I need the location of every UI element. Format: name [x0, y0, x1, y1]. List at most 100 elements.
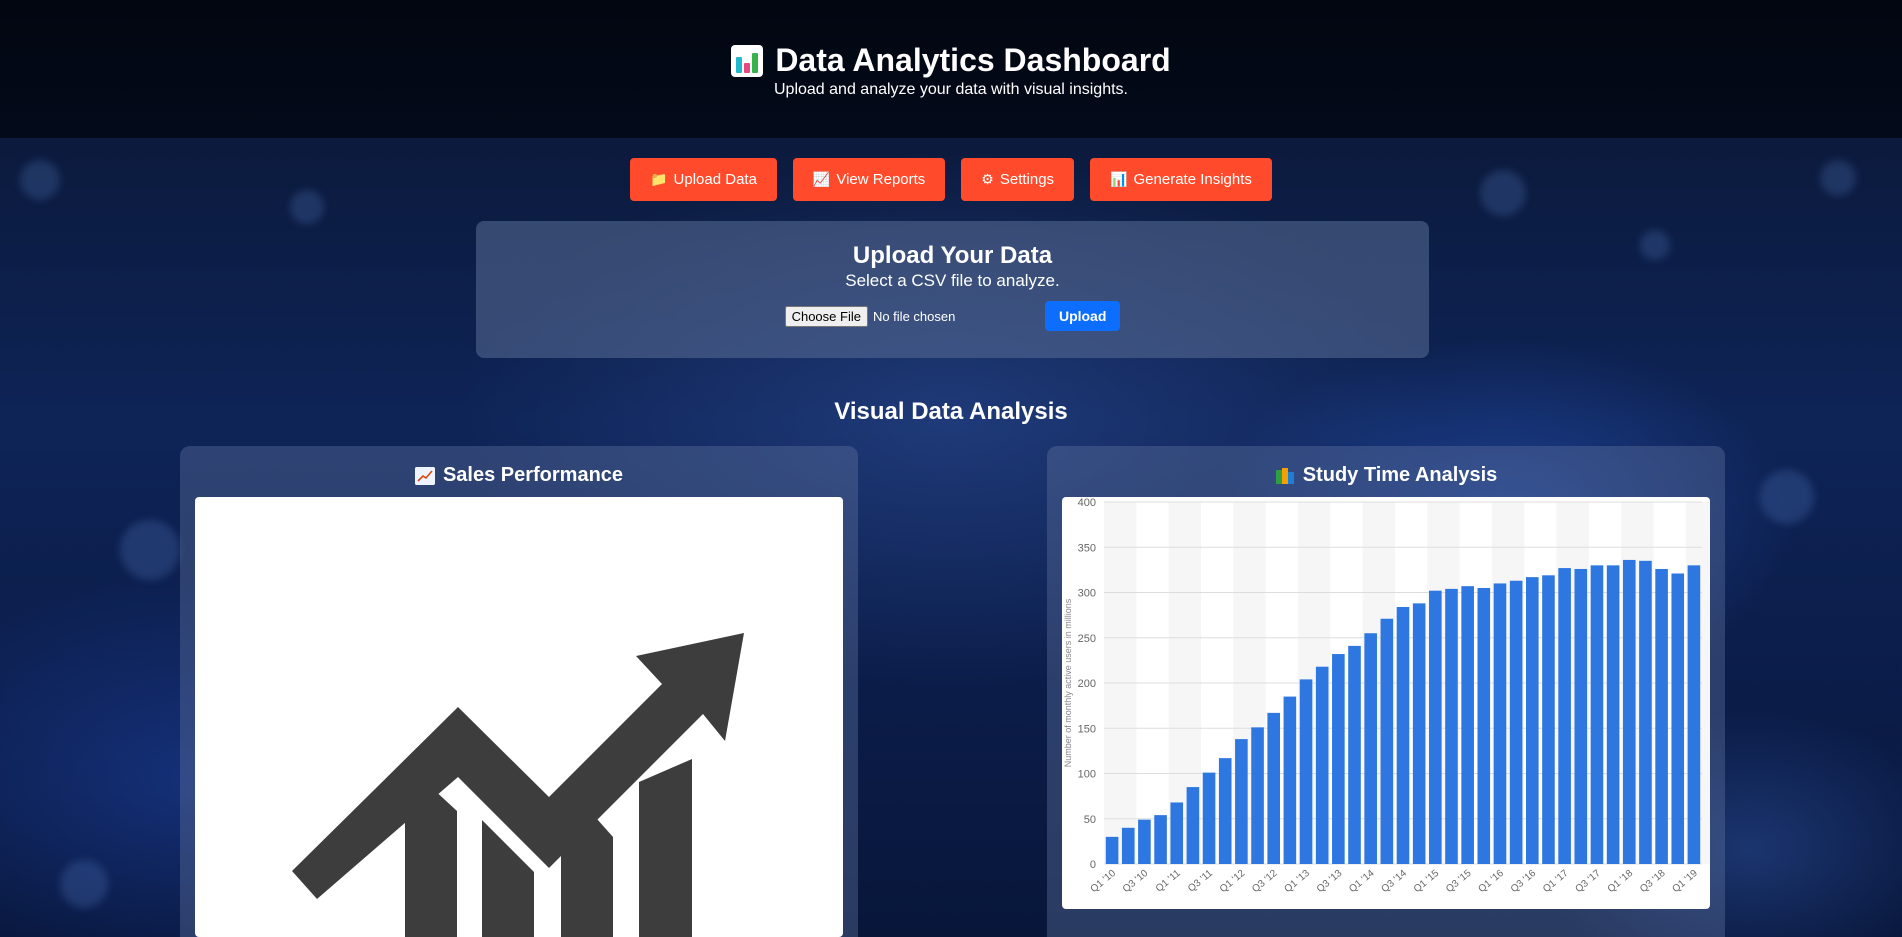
- books-icon: [1275, 467, 1295, 485]
- bar: [1622, 559, 1636, 864]
- x-tick-label: Q1 '17: [1541, 868, 1571, 895]
- bar: [1283, 696, 1297, 864]
- bokeh-dot: [60, 860, 108, 908]
- chart-increasing-icon: 📈: [812, 171, 831, 187]
- bar-chart-icon: [731, 44, 764, 77]
- study-time-chart: 0 50 100 150 200 250 300 350 400 Q1 '10 Q3 '10 Q1 '…: [1062, 497, 1710, 909]
- page-header: Data Analytics Dashboard Upload and anal…: [0, 0, 1902, 138]
- settings-button[interactable]: ⚙ Settings: [961, 158, 1075, 201]
- growth-chart-icon: [292, 633, 744, 937]
- bar: [1299, 679, 1313, 864]
- upload-title: Upload Your Data: [852, 242, 1053, 269]
- upload-button[interactable]: Upload: [1044, 301, 1121, 331]
- bar: [1138, 819, 1151, 864]
- y-tick-label: 300: [1078, 588, 1096, 600]
- bokeh-dot: [120, 520, 180, 580]
- bar: [1380, 618, 1394, 864]
- bar-chart-icon: 📊: [1110, 171, 1128, 187]
- bar: [1542, 575, 1555, 864]
- y-tick-label: 150: [1078, 723, 1096, 735]
- study-time-panel: Study Time Analysis 0 50 100 150 200 250 300 35…: [1047, 446, 1725, 937]
- file-status: No file chosen: [872, 308, 956, 324]
- x-tick-label: Q3 '12: [1250, 868, 1280, 895]
- x-tick-label: Q1 '10: [1089, 868, 1119, 895]
- x-tick-label: Q1 '13: [1283, 868, 1313, 895]
- bar: [1590, 565, 1604, 864]
- bar: [1202, 772, 1216, 864]
- x-tick-label: Q3 '10: [1121, 868, 1151, 895]
- settings-label: Settings: [999, 171, 1055, 188]
- x-tick-label: Q1 '12: [1218, 868, 1248, 895]
- bar: [1332, 654, 1345, 864]
- x-tick-label: Q1 '14: [1347, 868, 1377, 895]
- bar: [1105, 836, 1119, 864]
- bar: [1671, 573, 1685, 864]
- upload-card: Upload Your Data Select a CSV file to an…: [476, 221, 1429, 358]
- y-tick-label: 250: [1078, 633, 1096, 645]
- y-axis-label: Number of monthly active users in millio…: [1063, 598, 1073, 767]
- x-tick-label: Q3 '17: [1573, 868, 1603, 895]
- bar: [1493, 583, 1507, 864]
- bar: [1429, 590, 1442, 864]
- bokeh-dot: [1640, 230, 1670, 260]
- sales-growth-image: [195, 497, 843, 937]
- generate-insights-button[interactable]: 📊 Generate Insights: [1090, 158, 1272, 201]
- bar: [1315, 666, 1329, 864]
- bar: [1186, 787, 1200, 864]
- action-bar: 📁 Upload Data 📈 View Reports ⚙ Settings …: [0, 158, 1902, 201]
- x-tick-label: Q3 '16: [1509, 868, 1539, 895]
- bar: [1477, 587, 1491, 864]
- bokeh-dot: [1760, 470, 1814, 524]
- study-panel-title: Study Time Analysis: [1302, 464, 1498, 486]
- upload-data-label: Upload Data: [673, 171, 757, 188]
- x-tick-label: Q3 '14: [1380, 868, 1410, 895]
- view-reports-button[interactable]: 📈 View Reports: [792, 158, 946, 201]
- bar: [1235, 739, 1248, 864]
- bar: [1525, 577, 1539, 864]
- x-tick-label: Q1 '11: [1154, 868, 1183, 895]
- x-tick-label: Q3 '13: [1315, 868, 1345, 895]
- bar: [1687, 565, 1701, 864]
- sales-panel-title: Sales Performance: [442, 464, 624, 486]
- bar: [1267, 712, 1281, 864]
- x-tick-label: Q1 '16: [1476, 868, 1506, 895]
- bar: [1558, 568, 1571, 864]
- bar: [1606, 565, 1620, 864]
- bar: [1348, 645, 1361, 864]
- bar: [1655, 568, 1668, 864]
- bar: [1461, 586, 1474, 864]
- bar: [1170, 802, 1184, 864]
- chart-increasing-icon: [414, 466, 435, 485]
- x-tick-label: Q3 '18: [1638, 868, 1668, 895]
- bar: [1639, 560, 1652, 864]
- section-title: Visual Data Analysis: [834, 398, 1068, 425]
- folder-icon: 📁: [650, 171, 668, 187]
- bar: [1251, 727, 1264, 864]
- bar: [1412, 603, 1426, 864]
- y-tick-label: 0: [1090, 859, 1096, 871]
- sales-performance-panel: Sales Performance: [180, 446, 858, 937]
- page-subtitle: Upload and analyze your data with visual…: [774, 81, 1128, 98]
- bar: [1121, 827, 1135, 864]
- x-tick-label: Q1 '15: [1412, 868, 1442, 895]
- upload-data-button[interactable]: 📁 Upload Data: [630, 158, 777, 201]
- bar: [1154, 815, 1167, 864]
- y-tick-label: 200: [1078, 678, 1096, 690]
- x-tick-label: Q3 '15: [1444, 868, 1474, 895]
- x-tick-label: Q1 '18: [1606, 868, 1636, 895]
- bar: [1445, 588, 1458, 864]
- x-tick-label: Q3 '11: [1186, 868, 1215, 895]
- y-tick-label: 400: [1078, 497, 1096, 509]
- gear-icon: ⚙: [981, 171, 994, 187]
- x-tick-label: Q1 '19: [1670, 868, 1700, 895]
- view-reports-label: View Reports: [836, 171, 926, 188]
- bar-chart-svg: 050100150200250300350400Q1 '10 Q3 '10 Q1 '…: [1063, 497, 1710, 895]
- bar: [1574, 568, 1588, 864]
- y-tick-label: 100: [1078, 769, 1096, 781]
- bar: [1509, 580, 1523, 864]
- y-tick-label: 350: [1078, 542, 1096, 554]
- choose-file-button[interactable]: Choose File: [784, 305, 868, 327]
- upload-description: Select a CSV file to analyze.: [845, 271, 1060, 290]
- y-tick-label: 50: [1084, 814, 1096, 826]
- bar: [1218, 758, 1232, 864]
